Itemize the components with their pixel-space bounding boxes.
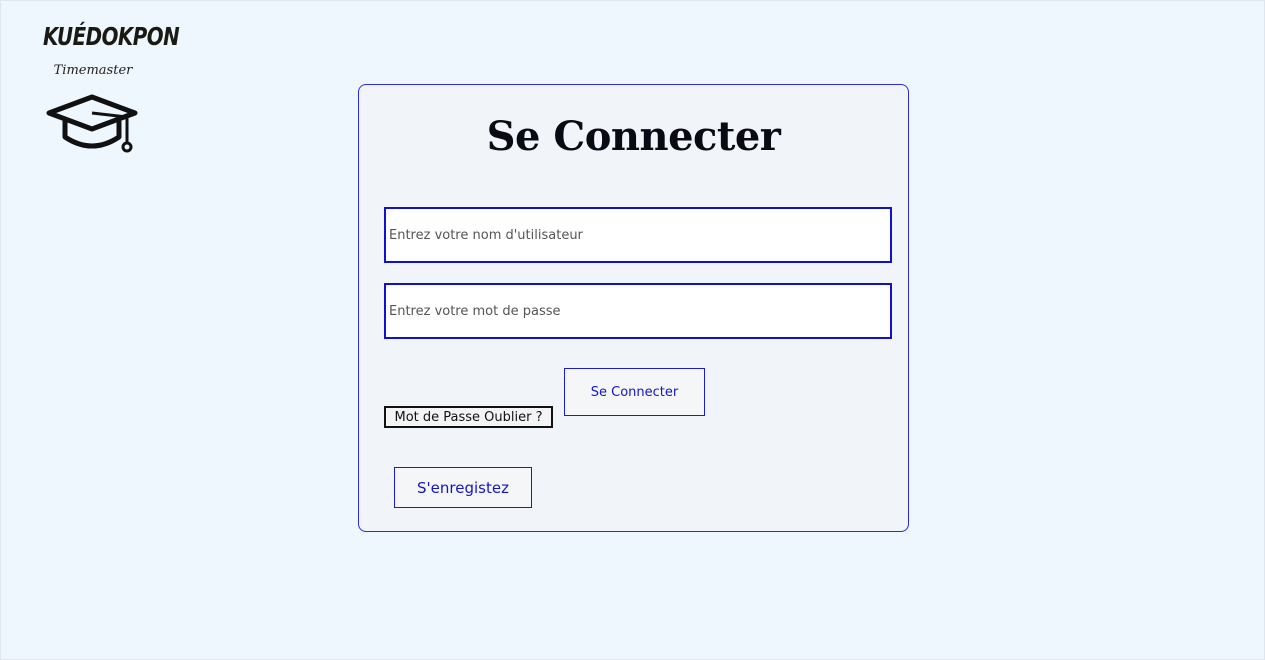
graduation-cap-icon — [46, 94, 138, 153]
username-input[interactable] — [384, 207, 892, 263]
forgot-password-button[interactable]: Mot de Passe Oublier ? — [384, 406, 553, 428]
page-title: Se Connecter — [486, 113, 781, 160]
login-card: Se Connecter Se Connecter Mot de Passe O… — [358, 84, 909, 532]
register-button[interactable]: S'enregistez — [394, 467, 532, 508]
login-button[interactable]: Se Connecter — [564, 368, 705, 416]
password-input[interactable] — [384, 283, 892, 339]
logo-brand-text: KUÉDOKPON — [43, 23, 180, 52]
logo-subtitle: Timemaster — [53, 63, 133, 78]
app-logo: KUÉDOKPON Timemaster — [39, 23, 180, 155]
